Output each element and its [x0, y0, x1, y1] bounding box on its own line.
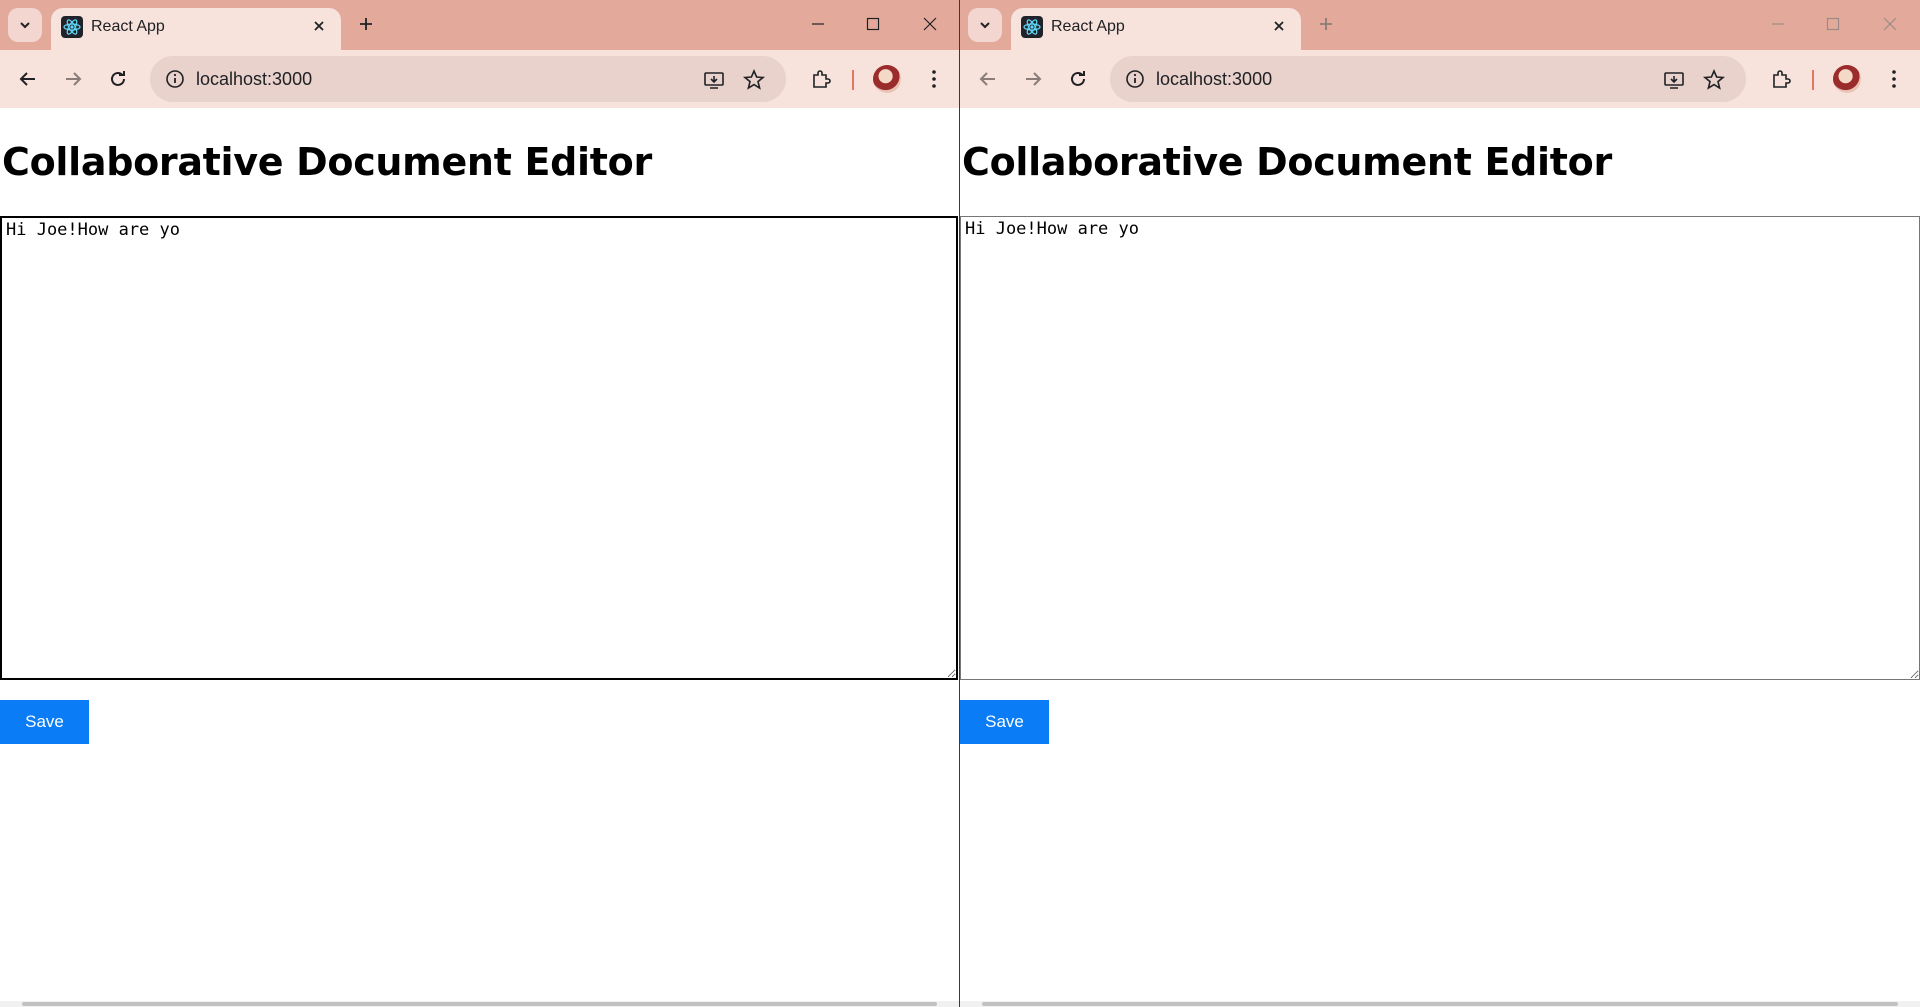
window-close-button[interactable] [1870, 6, 1910, 42]
forward-button[interactable] [56, 62, 90, 96]
close-icon [314, 21, 324, 31]
site-info-icon [1126, 70, 1144, 88]
url-text: localhost:3000 [196, 69, 313, 89]
profile-avatar[interactable] [873, 65, 901, 93]
reload-button[interactable] [1061, 62, 1095, 96]
document-editor[interactable] [960, 216, 1920, 680]
save-button[interactable]: Save [960, 700, 1049, 744]
tab-search-button[interactable] [8, 8, 42, 42]
close-icon [1274, 21, 1284, 31]
bookmark-star-icon[interactable] [1702, 68, 1726, 92]
chevron-down-icon [980, 22, 990, 29]
minimize-button[interactable] [1758, 6, 1798, 42]
tab-search-button[interactable] [968, 8, 1002, 42]
document-editor[interactable] [0, 216, 958, 680]
browser-window-right: React App localhost:3000 Collaborative D… [960, 0, 1920, 1007]
install-app-icon[interactable] [1662, 68, 1686, 92]
tab-strip: React App [960, 0, 1920, 50]
tab-react-app[interactable]: React App [1011, 8, 1301, 50]
browser-window-left: React App localhost:3000 Collaborative D… [0, 0, 960, 1007]
save-button[interactable]: Save [0, 700, 89, 744]
browser-toolbar: localhost:3000 [0, 50, 959, 109]
chevron-down-icon [20, 22, 30, 29]
reload-icon [111, 71, 125, 86]
scrollbar-thumb[interactable] [22, 1002, 937, 1006]
install-app-icon[interactable] [702, 68, 726, 92]
tab-title: React App [91, 18, 165, 35]
address-bar[interactable]: localhost:3000 [150, 56, 786, 102]
maximize-button[interactable] [1813, 6, 1853, 42]
scrollbar-thumb[interactable] [982, 1002, 1898, 1006]
page-title: Collaborative Document Editor [962, 140, 1612, 184]
back-button[interactable] [971, 62, 1005, 96]
window-close-button[interactable] [910, 6, 950, 42]
page-title: Collaborative Document Editor [2, 140, 652, 184]
new-tab-button[interactable] [1312, 10, 1340, 38]
tab-strip: React App [0, 0, 959, 50]
back-arrow-icon [979, 72, 995, 86]
forward-button[interactable] [1016, 62, 1050, 96]
toolbar-separator [1812, 70, 1814, 90]
tab-close-button[interactable] [307, 14, 331, 38]
minimize-icon [1772, 23, 1784, 25]
profile-avatar[interactable] [1833, 65, 1861, 93]
forward-arrow-icon [66, 72, 82, 86]
maximize-button[interactable] [853, 6, 893, 42]
plus-icon [360, 18, 372, 30]
close-icon [923, 17, 937, 31]
reload-icon [1071, 71, 1085, 86]
page-content: Collaborative Document Editor Save [960, 108, 1920, 1007]
more-menu-icon[interactable] [922, 67, 946, 91]
bookmark-star-icon[interactable] [742, 68, 766, 92]
back-button[interactable] [11, 62, 45, 96]
horizontal-scrollbar[interactable] [960, 1001, 1920, 1007]
extensions-icon[interactable] [1769, 67, 1793, 91]
react-logo-icon [61, 16, 83, 38]
site-info-icon [166, 70, 184, 88]
url-text: localhost:3000 [1156, 69, 1273, 89]
new-tab-button[interactable] [352, 10, 380, 38]
plus-icon [1320, 18, 1332, 30]
back-arrow-icon [19, 72, 35, 86]
close-icon [1883, 17, 1897, 31]
address-bar[interactable]: localhost:3000 [1110, 56, 1746, 102]
react-logo-icon [1021, 16, 1043, 38]
maximize-icon [866, 17, 880, 31]
extensions-icon[interactable] [809, 67, 833, 91]
toolbar-separator [852, 70, 854, 90]
horizontal-scrollbar[interactable] [0, 1001, 959, 1007]
minimize-icon [812, 23, 824, 25]
forward-arrow-icon [1026, 72, 1042, 86]
reload-button[interactable] [101, 62, 135, 96]
browser-toolbar: localhost:3000 [960, 50, 1920, 109]
tab-title: React App [1051, 18, 1125, 35]
more-menu-icon[interactable] [1882, 67, 1906, 91]
minimize-button[interactable] [798, 6, 838, 42]
maximize-icon [1826, 17, 1840, 31]
page-content: Collaborative Document Editor Save [0, 108, 959, 1007]
tab-react-app[interactable]: React App [51, 8, 341, 50]
tab-close-button[interactable] [1267, 14, 1291, 38]
